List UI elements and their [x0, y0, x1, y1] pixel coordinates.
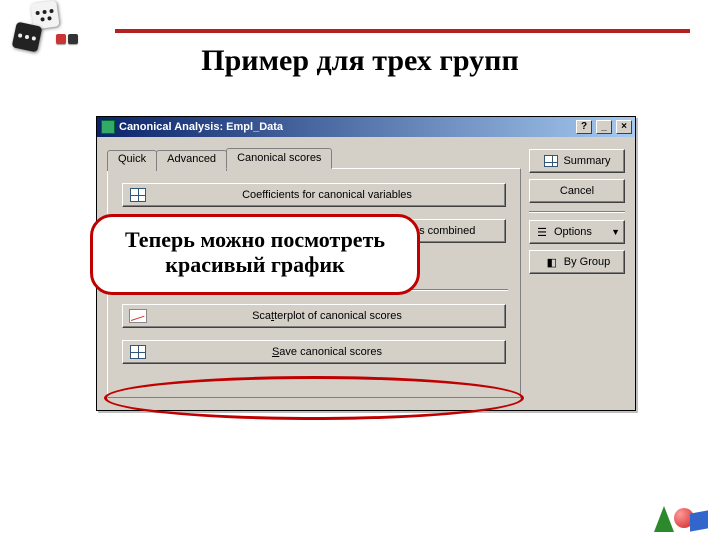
annotation-callout: Теперь можно посмотреть красивый график: [90, 214, 420, 295]
slide-title: Пример для трех групп: [0, 44, 720, 78]
by-group-side-button[interactable]: ◧ By Group: [529, 250, 625, 274]
window-title: Canonical Analysis: Empl_Data: [119, 121, 572, 133]
summary-icon: [543, 154, 559, 168]
tab-quick[interactable]: Quick: [107, 150, 157, 171]
tab-canonical-scores[interactable]: Canonical scores: [226, 148, 332, 169]
scatterplot-label: Scatterplot of canonical scores: [155, 310, 499, 322]
callout-line1: Теперь можно посмотреть: [109, 227, 401, 252]
summary-label: Summary: [563, 155, 610, 167]
options-button[interactable]: ☰ Options ▼: [529, 220, 625, 244]
by-group-side-label: By Group: [564, 256, 610, 268]
side-buttons: Summary Cancel ☰ Options ▼ ◧ By Group: [529, 147, 625, 398]
scatter-icon: [129, 308, 147, 324]
tab-advanced[interactable]: Advanced: [156, 150, 227, 171]
titlebar[interactable]: Canonical Analysis: Empl_Data ? _ ×: [97, 117, 635, 137]
cancel-label: Cancel: [560, 185, 594, 197]
grid-icon: [129, 344, 147, 360]
save-scores-label: Save canonical scores: [155, 346, 499, 358]
options-icon: ☰: [534, 225, 550, 239]
options-label: Options: [554, 226, 592, 238]
tab-strip: Quick Advanced Canonical scores: [107, 148, 521, 169]
close-button[interactable]: ×: [616, 120, 632, 134]
chevron-down-icon: ▼: [611, 227, 620, 237]
scatterplot-button[interactable]: Scatterplot of canonical scores: [122, 304, 506, 328]
callout-line2: красивый график: [109, 252, 401, 277]
save-scores-button[interactable]: Save canonical scores: [122, 340, 506, 364]
summary-button[interactable]: Summary: [529, 149, 625, 173]
help-button[interactable]: ?: [576, 120, 592, 134]
minimize-button[interactable]: _: [596, 120, 612, 134]
app-icon: [101, 120, 115, 134]
shapes-decoration: [654, 488, 708, 534]
side-separator: [529, 211, 625, 212]
grid-icon: [129, 187, 147, 203]
cancel-button[interactable]: Cancel: [529, 179, 625, 203]
slide-divider: [115, 29, 690, 33]
coefficients-button[interactable]: Coefficients for canonical variables: [122, 183, 506, 207]
coefficients-label: Coefficients for canonical variables: [155, 189, 499, 201]
by-group-icon: ◧: [544, 255, 560, 269]
